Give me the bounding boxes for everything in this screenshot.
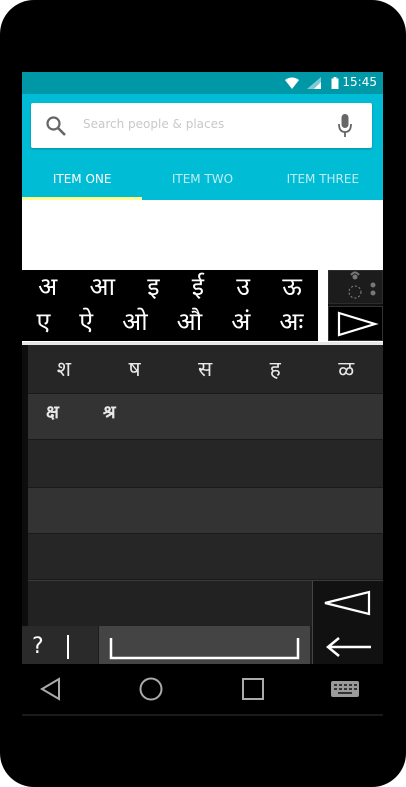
space-key[interactable] <box>99 626 310 668</box>
gear-icon <box>348 271 376 299</box>
mic-icon[interactable] <box>338 114 352 138</box>
consonant-key[interactable]: ळ <box>338 345 354 393</box>
search-box[interactable]: Search people & places <box>31 103 372 148</box>
consonant-key[interactable]: ह <box>270 345 281 393</box>
vowel-key[interactable]: अः <box>279 305 303 339</box>
vowel-key[interactable]: आ <box>89 270 115 304</box>
candidate-bar <box>28 580 383 626</box>
space-bar-icon <box>109 638 300 660</box>
vowel-key[interactable]: ए <box>36 305 50 339</box>
home-icon[interactable] <box>138 676 164 702</box>
back-icon[interactable] <box>38 676 64 702</box>
vowel-key[interactable]: ऐ <box>79 305 93 339</box>
consonant-row-2: क्ष श्र <box>28 394 383 434</box>
vowel-key[interactable]: ओ <box>122 305 148 339</box>
vowel-key[interactable]: ऊ <box>282 270 302 304</box>
consonant-key[interactable]: स <box>198 345 212 393</box>
empty-key-row <box>28 534 383 579</box>
vowel-key[interactable]: औ <box>177 305 203 339</box>
enter-key[interactable] <box>312 626 383 668</box>
vowel-panel: अ आ इ ई उ ऊ ए ऐ ओ औ अं अः <box>22 270 318 341</box>
screen: 15:45 Search people & places ITEM ONE IT… <box>22 72 383 716</box>
backspace-triangle-icon <box>324 590 371 616</box>
symbol-divider <box>66 635 69 659</box>
consonant-key[interactable]: क्ष <box>46 394 59 434</box>
consonant-row-1: श ष स ह ळ <box>28 345 383 393</box>
vowel-side-panel <box>328 270 383 341</box>
next-key[interactable] <box>328 306 383 341</box>
consonant-key[interactable]: श <box>57 345 71 393</box>
vowel-row-2: ए ऐ ओ औ अं अः <box>22 305 318 339</box>
backspace-key[interactable] <box>312 581 383 626</box>
battery-icon <box>331 77 339 89</box>
tab-item-one[interactable]: ITEM ONE <box>22 158 143 200</box>
keyboard: श ष स ह ळ क्ष श्र ? <box>22 342 383 716</box>
vowel-key[interactable]: इ <box>147 270 159 304</box>
status-bar: 15:45 <box>22 72 383 94</box>
status-time: 15:45 <box>342 75 377 89</box>
app-bar: Search people & places ITEM ONE ITEM TWO… <box>22 94 383 200</box>
navigation-bar <box>22 664 383 714</box>
vowel-key[interactable]: अ <box>38 270 57 304</box>
keyboard-bottom-row: ? <box>22 626 383 668</box>
empty-key-row <box>28 488 383 533</box>
phone-frame: 15:45 Search people & places ITEM ONE IT… <box>0 0 406 787</box>
vowel-key[interactable]: उ <box>236 270 250 304</box>
recents-icon[interactable] <box>240 676 266 702</box>
vowel-row-1: अ आ इ ई उ ऊ <box>22 270 318 304</box>
tab-item-three[interactable]: ITEM THREE <box>263 158 383 200</box>
search-icon[interactable] <box>45 115 67 137</box>
search-input[interactable]: Search people & places <box>83 117 224 131</box>
wifi-icon <box>285 77 299 89</box>
cellular-icon <box>307 77 321 89</box>
vowel-key[interactable]: ई <box>192 270 204 304</box>
tab-item-two[interactable]: ITEM TWO <box>142 158 262 200</box>
settings-key[interactable] <box>328 270 383 304</box>
symbol-key[interactable]: ? <box>22 626 98 668</box>
symbol-key-label: ? <box>32 634 44 659</box>
arrow-left-icon <box>326 637 371 657</box>
keyboard-switch-icon[interactable] <box>330 676 360 702</box>
consonant-key[interactable]: श्र <box>103 394 116 434</box>
consonant-key[interactable]: ष <box>128 345 140 393</box>
empty-key-row <box>28 440 383 487</box>
vowel-key[interactable]: अं <box>231 305 250 339</box>
tab-bar: ITEM ONE ITEM TWO ITEM THREE <box>22 158 383 200</box>
play-triangle-icon <box>337 311 379 337</box>
